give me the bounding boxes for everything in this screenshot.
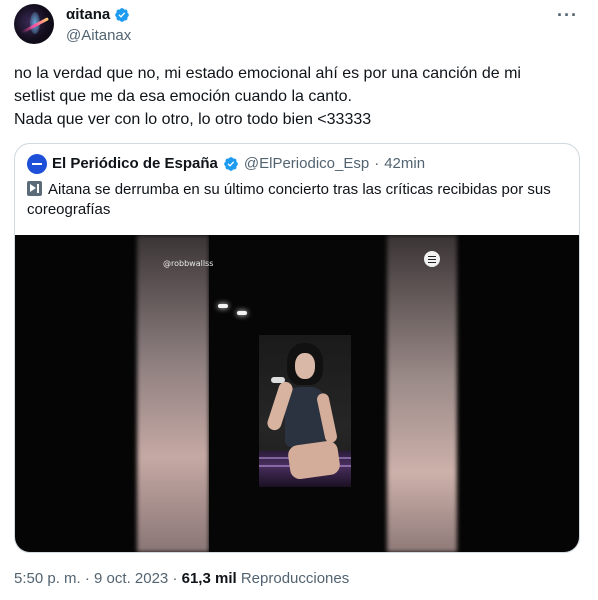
verified-badge-icon (115, 8, 130, 22)
tweet-meta: 5:50 p. m. · 9 oct. 2023 · 61,3 mil Repr… (14, 570, 349, 588)
tweet-date[interactable]: 9 oct. 2023 (94, 570, 168, 587)
video-watermark: @robbwallss (163, 259, 214, 268)
source-logo-icon[interactable] (27, 154, 47, 174)
tweet-text-line: setlist que me da esa emoción cuando la … (14, 88, 352, 105)
singer-face (295, 353, 315, 379)
quote-text-content: Aitana se derrumba en su último conciert… (27, 181, 551, 218)
tweet: αitana @Aitanax ··· no la verdad que no,… (0, 0, 598, 600)
author-handle[interactable]: @Aitanax (66, 26, 131, 46)
source-name[interactable]: El Periódico de España (52, 154, 218, 174)
microphone (271, 377, 285, 383)
video-play-icon (27, 181, 42, 196)
source-handle[interactable]: @ElPeriodico_Esp (244, 154, 369, 174)
watermark-logo-icon (424, 251, 440, 267)
quote-header: El Periódico de España @ElPeriodico_Esp … (27, 154, 425, 174)
avatar[interactable] (14, 4, 54, 44)
singer-legs (286, 439, 342, 481)
more-options-icon[interactable]: ··· (557, 6, 578, 24)
separator-dot: · (84, 570, 90, 587)
separator-dot: · (374, 155, 380, 172)
quoted-tweet[interactable]: El Periódico de España @ElPeriodico_Esp … (14, 143, 580, 553)
tweet-text-line: no la verdad que no, mi estado emocional… (14, 65, 521, 82)
verified-badge-icon (224, 157, 238, 171)
tweet-time[interactable]: 5:50 p. m. (14, 570, 81, 587)
author-name-row[interactable]: αitana (66, 6, 131, 24)
separator-dot: · (172, 570, 178, 587)
quote-text: Aitana se derrumba en su último conciert… (27, 180, 567, 220)
quote-time[interactable]: 42min (384, 154, 425, 174)
author-display-name[interactable]: αitana (66, 6, 110, 24)
video-frame-right-panel (387, 235, 457, 552)
stage-light (218, 304, 228, 308)
views-count: 61,3 mil (181, 570, 237, 587)
tweet-text-line: Nada que ver con lo otro, lo otro todo b… (14, 111, 372, 128)
tweet-text: no la verdad que no, mi estado emocional… (14, 62, 584, 131)
video-screen-performer (259, 335, 351, 487)
video-player[interactable]: @robbwallss (15, 235, 579, 552)
video-frame-left-panel (137, 235, 209, 552)
author-block: αitana @Aitanax (66, 6, 131, 46)
stage-light (237, 311, 247, 315)
views-label: Reproducciones (240, 570, 350, 587)
